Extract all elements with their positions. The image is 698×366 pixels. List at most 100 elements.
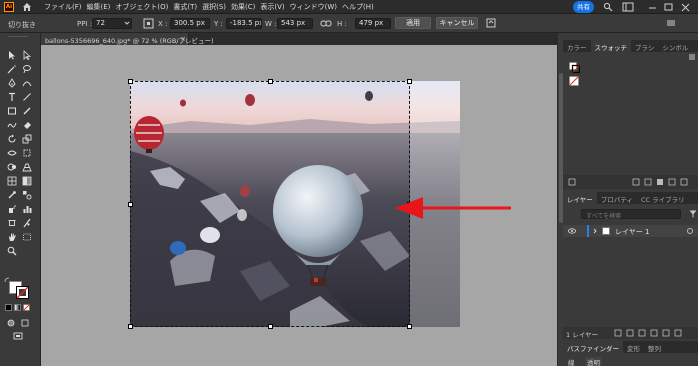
- lasso-tool-icon[interactable]: [22, 64, 32, 74]
- crop-handle-bottom-left[interactable]: [128, 324, 133, 329]
- tab-properties[interactable]: プロパティ: [597, 192, 637, 204]
- layer-name[interactable]: レイヤー 1: [615, 227, 649, 237]
- stroke-tab-label[interactable]: 線: [568, 357, 575, 366]
- workspace-icon[interactable]: [622, 2, 634, 12]
- search-icon[interactable]: [603, 2, 613, 12]
- zoom-tool-icon[interactable]: [7, 246, 17, 256]
- menu-file[interactable]: ファイル(F): [44, 2, 82, 12]
- shape-builder-tool-icon[interactable]: [7, 162, 17, 172]
- swap-fill-stroke-icon[interactable]: [4, 277, 10, 283]
- fill-stroke-mini-icon[interactable]: [569, 62, 581, 74]
- tab-layers[interactable]: レイヤー: [563, 192, 597, 204]
- mesh-tool-icon[interactable]: [7, 176, 17, 186]
- slice-tool-icon[interactable]: [22, 218, 32, 228]
- color-mode-icon[interactable]: [5, 304, 12, 311]
- pen-tool-icon[interactable]: [7, 78, 17, 88]
- layer-thumbnail: [602, 227, 610, 235]
- type-tool-icon[interactable]: [7, 92, 17, 102]
- home-icon[interactable]: [22, 2, 32, 12]
- layer-target-icon[interactable]: [687, 228, 693, 234]
- cancel-button[interactable]: キャンセル: [436, 17, 478, 29]
- free-transform-tool-icon[interactable]: [22, 148, 32, 158]
- arrange-icon[interactable]: [486, 18, 496, 28]
- menu-object[interactable]: オブジェクト(O): [115, 2, 168, 12]
- blend-tool-icon[interactable]: [22, 190, 32, 200]
- swatches-menu-icon[interactable]: [689, 53, 695, 61]
- link-icon[interactable]: [320, 18, 332, 29]
- hand-tool-icon[interactable]: [7, 232, 17, 242]
- menu-window[interactable]: ウィンドウ(W): [290, 2, 337, 12]
- ppi-value: 72: [96, 19, 105, 27]
- perspective-grid-tool-icon[interactable]: [22, 162, 32, 172]
- close-icon[interactable]: ×: [180, 35, 186, 43]
- crop-handle-top-left[interactable]: [128, 79, 133, 84]
- none-mode-icon[interactable]: [23, 304, 30, 311]
- layer-row[interactable]: レイヤー 1: [563, 225, 698, 237]
- share-button[interactable]: 共有: [573, 1, 594, 13]
- menu-view[interactable]: 表示(V): [260, 2, 284, 12]
- magic-wand-tool-icon[interactable]: [7, 64, 17, 74]
- print-tiling-tool-icon[interactable]: [22, 232, 32, 242]
- crop-handle-top-right[interactable]: [407, 79, 412, 84]
- screen-mode-icon[interactable]: [13, 331, 23, 341]
- tab-pathfinder[interactable]: パスファインダー: [563, 341, 623, 353]
- canvas-area[interactable]: [41, 45, 557, 366]
- draw-mode-icon[interactable]: [6, 318, 16, 328]
- eyedropper-tool-icon[interactable]: [7, 190, 17, 200]
- curvature-tool-icon[interactable]: [22, 78, 32, 88]
- crop-handle-bottom-right[interactable]: [407, 324, 412, 329]
- reference-point-icon[interactable]: [143, 18, 154, 29]
- selection-tool-icon[interactable]: [7, 50, 17, 60]
- tab-brushes[interactable]: ブラシ: [631, 40, 658, 52]
- tab-cc-libraries[interactable]: CC ライブラリ: [637, 192, 689, 204]
- tab-transform[interactable]: 変形: [623, 341, 644, 353]
- document-tab[interactable]: ballons-5356696_640.jpg* @ 72 % (RGB/プレビ…: [41, 33, 214, 45]
- menu-select[interactable]: 選択(S): [202, 2, 226, 12]
- gradient-tool-icon[interactable]: [22, 176, 32, 186]
- w-field[interactable]: 543 px: [277, 18, 313, 29]
- h-field[interactable]: 479 px: [355, 18, 391, 29]
- column-graph-tool-icon[interactable]: [22, 204, 32, 214]
- eye-icon[interactable]: [568, 228, 576, 234]
- tab-color[interactable]: カラー: [563, 40, 591, 52]
- scale-tool-icon[interactable]: [22, 134, 32, 144]
- layers-search-input[interactable]: すべてを検索: [581, 209, 681, 220]
- stroke-swatch[interactable]: [16, 286, 29, 299]
- crop-bounding-box[interactable]: [130, 81, 410, 327]
- menu-type[interactable]: 書式(T): [173, 2, 197, 12]
- chevron-down-icon[interactable]: [124, 20, 130, 26]
- h-value: 479 px: [359, 19, 384, 27]
- menu-edit[interactable]: 編集(E): [87, 2, 111, 12]
- line-tool-icon[interactable]: [22, 92, 32, 102]
- panel-menu-icon[interactable]: [666, 18, 676, 28]
- rectangle-tool-icon[interactable]: [7, 106, 17, 116]
- filter-icon[interactable]: [689, 210, 697, 218]
- direct-selection-tool-icon[interactable]: [22, 50, 32, 60]
- tab-align[interactable]: 整列: [644, 341, 665, 353]
- width-tool-icon[interactable]: [7, 148, 17, 158]
- tab-symbols[interactable]: シンボル: [658, 40, 692, 52]
- illustrator-logo: Ai: [4, 2, 14, 12]
- rotate-tool-icon[interactable]: [7, 134, 17, 144]
- menu-help[interactable]: ヘルプ(H): [342, 2, 374, 12]
- draw-inside-icon[interactable]: [20, 318, 30, 328]
- menu-effect[interactable]: 効果(C): [231, 2, 255, 12]
- y-field[interactable]: -183.5 px: [226, 18, 262, 29]
- symbol-sprayer-tool-icon[interactable]: [7, 204, 17, 214]
- eraser-tool-icon[interactable]: [22, 120, 32, 130]
- shaper-tool-icon[interactable]: [7, 120, 17, 130]
- artboard-tool-icon[interactable]: [7, 218, 17, 228]
- layers-bottom-bar: 1 レイヤー: [563, 327, 698, 339]
- x-field[interactable]: 300.5 px: [170, 18, 210, 29]
- chevron-right-icon[interactable]: [592, 228, 598, 234]
- crop-handle-left[interactable]: [128, 202, 133, 207]
- tab-swatches[interactable]: スウォッチ: [590, 40, 631, 52]
- gradient-mode-icon[interactable]: [14, 304, 21, 311]
- apply-button[interactable]: 適用: [395, 17, 431, 29]
- paintbrush-tool-icon[interactable]: [22, 106, 32, 116]
- crop-handle-top[interactable]: [268, 79, 273, 84]
- w-value: 543 px: [281, 19, 306, 27]
- crop-handle-bottom[interactable]: [268, 324, 273, 329]
- none-swatch[interactable]: [569, 76, 579, 86]
- transparency-tab-label[interactable]: 透明: [585, 357, 602, 366]
